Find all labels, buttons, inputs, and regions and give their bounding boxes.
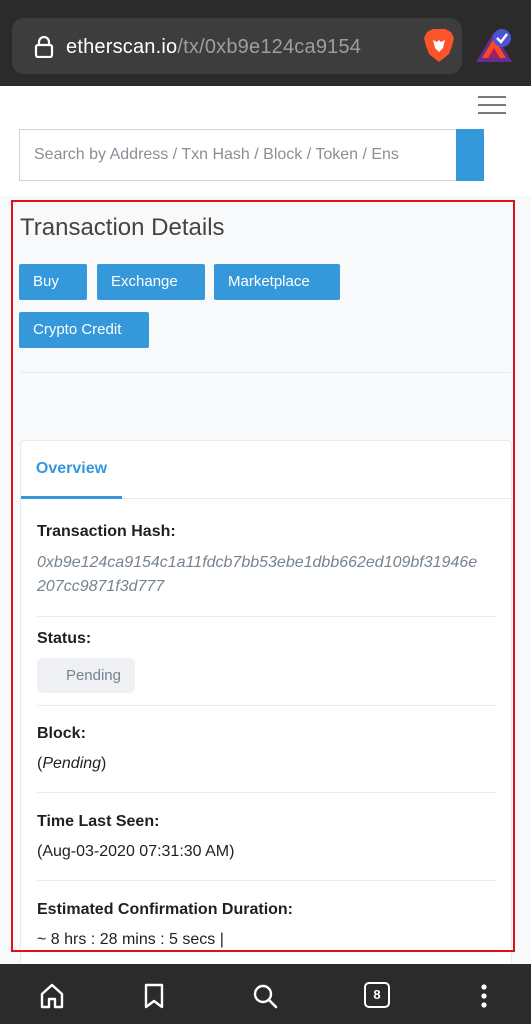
row-divider: [37, 880, 497, 881]
section-divider: [20, 372, 511, 373]
crypto-credit-button[interactable]: Crypto Credit: [19, 312, 149, 348]
more-options-icon[interactable]: [470, 982, 498, 1010]
home-icon[interactable]: [38, 982, 66, 1010]
brave-lion-icon[interactable]: [423, 28, 455, 64]
tab-overview[interactable]: Overview: [21, 441, 122, 499]
url-domain: etherscan.io: [66, 36, 178, 58]
block-value: (Pending): [37, 755, 106, 773]
browser-toolbar: etherscan.io/tx/0xb9e124ca9154: [0, 0, 531, 86]
search-icon[interactable]: [251, 982, 279, 1010]
tabs-count-button[interactable]: 8: [364, 982, 390, 1008]
confirmation-duration-value: ~ 8 hrs : 28 mins : 5 secs |: [37, 931, 224, 948]
site-header: [0, 86, 531, 196]
address-bar[interactable]: etherscan.io/tx/0xb9e124ca9154: [12, 18, 462, 74]
url-path: /tx/0xb9e124ca9154: [177, 36, 362, 58]
search-input[interactable]: [19, 129, 456, 181]
tx-hash-line-2: 207cc9871f3d777: [37, 578, 165, 595]
block-value-close: ): [101, 755, 107, 772]
bat-rewards-icon[interactable]: [474, 28, 514, 64]
confirmation-duration-label: Estimated Confirmation Duration:: [37, 901, 294, 918]
time-last-seen-value: (Aug-03-2020 07:31:30 AM): [37, 843, 235, 860]
marketplace-button[interactable]: Marketplace: [214, 264, 340, 300]
block-label: Block:: [37, 725, 86, 742]
time-last-seen-label: Time Last Seen:: [37, 813, 160, 830]
buy-button[interactable]: Buy: [19, 264, 87, 300]
bookmark-icon[interactable]: [140, 982, 168, 1010]
tx-hash-label: Transaction Hash:: [37, 523, 176, 540]
transaction-card: Overview Transaction Hash: 0xb9e124ca915…: [20, 440, 512, 964]
page-content: Transaction Details Buy Exchange Marketp…: [0, 86, 531, 964]
row-divider: [37, 705, 497, 706]
status-badge: Pending: [37, 658, 135, 693]
lock-icon: [34, 36, 54, 58]
search-button[interactable]: [456, 129, 484, 181]
card-tabs: Overview: [21, 441, 511, 499]
search-bar: [19, 129, 484, 181]
url-text[interactable]: etherscan.io/tx/0xb9e124ca9154: [66, 34, 410, 60]
row-divider: [37, 616, 497, 617]
status-label: Status:: [37, 630, 92, 647]
browser-bottom-nav: 8: [0, 964, 531, 1024]
block-value-pending: Pending: [42, 755, 102, 772]
row-divider: [37, 792, 497, 793]
hamburger-menu-icon[interactable]: [478, 96, 506, 116]
exchange-button[interactable]: Exchange: [97, 264, 205, 300]
tx-hash-value: 0xb9e124ca9154c1a11fdcb7bb53ebe1dbb662ed…: [37, 551, 507, 599]
page-title: Transaction Details: [20, 214, 225, 241]
tx-hash-line-1: 0xb9e124ca9154c1a11fdcb7bb53ebe1dbb662ed…: [37, 554, 478, 571]
